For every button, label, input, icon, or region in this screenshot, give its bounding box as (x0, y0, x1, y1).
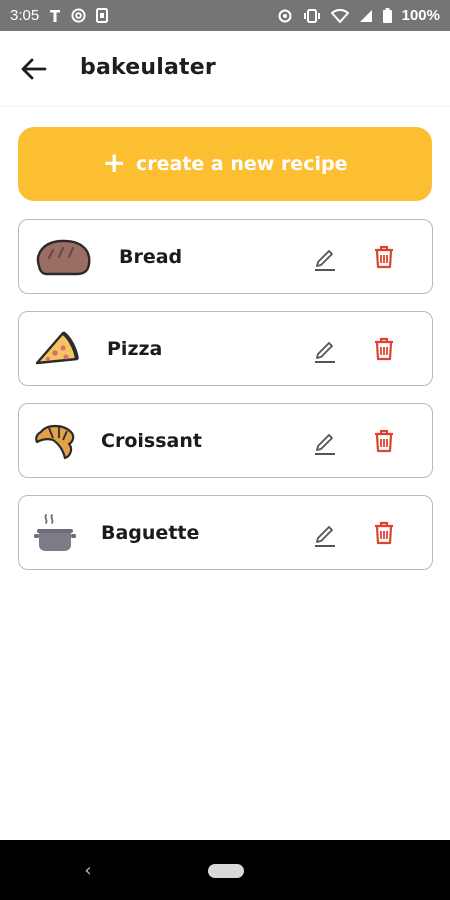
create-recipe-label: create a new recipe (136, 153, 348, 175)
delete-button[interactable] (371, 335, 397, 363)
back-button[interactable] (18, 55, 50, 83)
delete-button[interactable] (371, 243, 397, 271)
delete-button[interactable] (371, 427, 397, 455)
wifi-icon (330, 8, 349, 23)
status-right: 100% (277, 7, 440, 24)
arrow-left-icon (21, 58, 47, 80)
battery-icon (382, 8, 392, 23)
page-title: bakeulater (80, 55, 216, 80)
recipe-card-pizza[interactable]: Pizza (18, 311, 433, 386)
croissant-icon (33, 418, 97, 464)
plus-icon: + (102, 145, 126, 179)
nav-home-button[interactable] (208, 864, 244, 878)
edit-button[interactable] (311, 520, 339, 548)
recipe-name: Baguette (101, 522, 200, 544)
recipe-card-bread[interactable]: Bread (18, 219, 433, 294)
trash-icon (375, 245, 393, 269)
nav-back-button[interactable]: ‹ (78, 859, 98, 881)
sim-card-icon (96, 8, 109, 23)
recipe-name: Pizza (107, 338, 163, 360)
recipe-card-croissant[interactable]: Croissant (18, 403, 433, 478)
pencil-icon (315, 434, 335, 455)
status-bar: 3:05 100% (0, 0, 450, 31)
pot-icon (33, 510, 97, 556)
vibrate-icon (303, 8, 321, 23)
recipe-card-baguette[interactable]: Baguette (18, 495, 433, 570)
pencil-icon (315, 342, 335, 363)
pizza-icon (33, 326, 97, 372)
recipe-list: Bread Pizza Croissant Baguette (18, 219, 433, 587)
edit-button[interactable] (311, 428, 339, 456)
edit-button[interactable] (311, 336, 339, 364)
at-sign-icon (71, 8, 86, 23)
recipe-name: Bread (119, 246, 183, 268)
t-icon (49, 9, 61, 23)
navigation-bar: ‹ (0, 840, 450, 900)
signal-icon (359, 9, 373, 23)
trash-icon (375, 337, 393, 361)
battery-percent: 100% (401, 7, 440, 24)
delete-button[interactable] (371, 519, 397, 547)
trash-icon (375, 521, 393, 545)
status-left: 3:05 (10, 7, 109, 24)
recipe-name: Croissant (101, 430, 202, 452)
bread-icon (33, 234, 97, 280)
edit-button[interactable] (311, 244, 339, 272)
trash-icon (375, 429, 393, 453)
pencil-icon (315, 526, 335, 547)
pencil-icon (315, 250, 335, 271)
status-time: 3:05 (10, 7, 40, 24)
location-icon (277, 8, 293, 24)
app-bar: bakeulater (0, 31, 450, 107)
create-recipe-button[interactable]: + create a new recipe (18, 127, 432, 201)
